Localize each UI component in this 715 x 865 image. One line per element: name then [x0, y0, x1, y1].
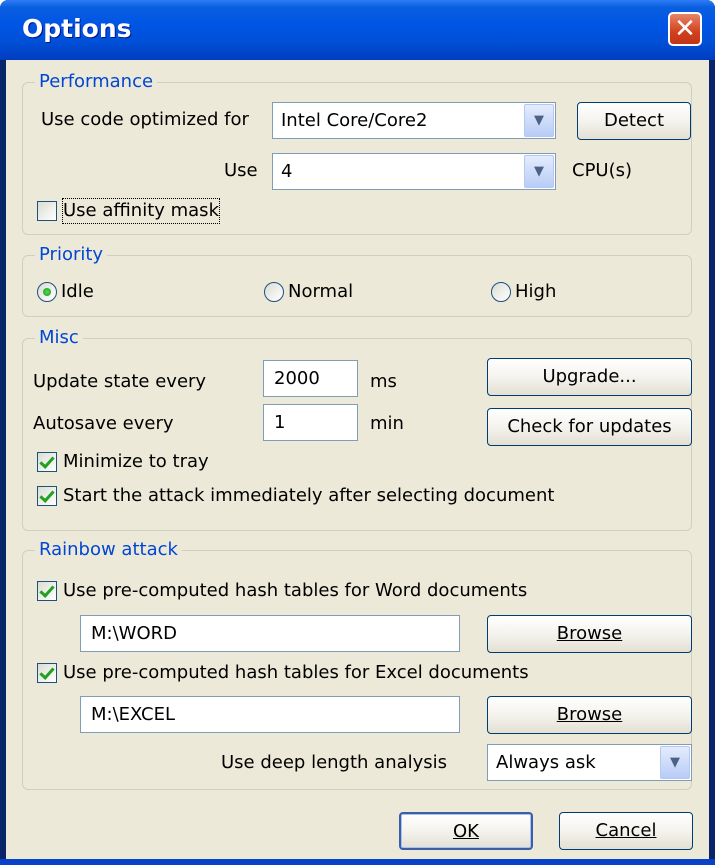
title-bar[interactable]: Options ✕	[0, 0, 715, 60]
misc-group: Misc Update state every 2000 ms Upgrade.…	[22, 326, 692, 531]
deep-length-value: Always ask	[496, 752, 596, 773]
autosave-input[interactable]: 1	[263, 404, 358, 441]
word-hash-label[interactable]: Use pre-computed hash tables for Word do…	[63, 579, 527, 603]
chevron-down-icon[interactable]: ▼	[524, 104, 554, 137]
priority-normal-label[interactable]: Normal	[288, 280, 353, 304]
word-browse-label: Browse	[556, 623, 623, 644]
word-path-value: M:\WORD	[91, 623, 177, 644]
ok-button-label: OK	[453, 821, 479, 842]
excel-browse-label: Browse	[556, 704, 623, 725]
upgrade-button-label: Upgrade...	[542, 366, 637, 387]
check-for-updates-label: Check for updates	[507, 416, 672, 437]
optimized-value: Intel Core/Core2	[281, 110, 428, 131]
optimized-select[interactable]: Intel Core/Core2 ▼	[272, 102, 556, 139]
priority-high-label[interactable]: High	[515, 280, 556, 304]
excel-path-value: M:\EXCEL	[91, 704, 176, 725]
window-title: Options	[22, 14, 132, 43]
word-path-input[interactable]: M:\WORD	[80, 615, 460, 652]
options-window: Options ✕ Performance Use code optimized…	[0, 0, 715, 865]
deep-length-label: Use deep length analysis	[221, 752, 448, 773]
priority-idle-label[interactable]: Idle	[61, 280, 94, 304]
performance-legend: Performance	[35, 70, 158, 94]
priority-high-radio[interactable]	[491, 282, 511, 302]
close-icon: ✕	[674, 14, 696, 44]
check-for-updates-button[interactable]: Check for updates	[487, 408, 692, 446]
cpu-count-select[interactable]: 4 ▼	[272, 153, 556, 190]
cancel-button[interactable]: Cancel	[559, 812, 693, 850]
priority-idle-radio[interactable]	[37, 282, 57, 302]
priority-normal-radio[interactable]	[264, 282, 284, 302]
minimize-to-tray-checkbox[interactable]	[37, 452, 57, 472]
affinity-mask-label[interactable]: Use affinity mask	[62, 198, 220, 224]
autosave-label: Autosave every	[33, 413, 174, 434]
priority-group: Priority Idle Normal High	[22, 243, 692, 317]
priority-legend: Priority	[35, 243, 108, 267]
word-hash-checkbox[interactable]	[37, 581, 57, 601]
performance-group: Performance Use code optimized for Intel…	[22, 70, 692, 235]
update-state-label: Update state every	[33, 371, 207, 392]
update-unit-label: ms	[370, 371, 397, 392]
update-state-value: 2000	[274, 368, 320, 389]
chevron-down-icon[interactable]: ▼	[660, 746, 690, 779]
excel-hash-checkbox[interactable]	[37, 663, 57, 683]
excel-path-input[interactable]: M:\EXCEL	[80, 696, 460, 733]
autosave-value: 1	[274, 412, 286, 433]
ok-button[interactable]: OK	[399, 812, 533, 850]
update-state-input[interactable]: 2000	[263, 360, 358, 397]
affinity-mask-checkbox[interactable]	[37, 201, 57, 221]
close-button[interactable]: ✕	[668, 12, 702, 46]
use-label: Use	[224, 160, 258, 181]
upgrade-button[interactable]: Upgrade...	[487, 358, 692, 396]
misc-legend: Misc	[35, 326, 83, 350]
start-attack-label[interactable]: Start the attack immediately after selec…	[63, 484, 554, 508]
window-frame-bottom	[0, 859, 715, 865]
rainbow-attack-group: Rainbow attack Use pre-computed hash tab…	[22, 538, 692, 790]
excel-browse-button[interactable]: Browse	[487, 696, 692, 734]
excel-hash-label[interactable]: Use pre-computed hash tables for Excel d…	[63, 661, 529, 685]
optimized-label: Use code optimized for	[41, 109, 249, 130]
cpu-suffix-label: CPU(s)	[572, 160, 633, 181]
dialog-body: Performance Use code optimized for Intel…	[6, 60, 709, 859]
cancel-button-label: Cancel	[595, 820, 657, 841]
deep-length-select[interactable]: Always ask ▼	[487, 744, 692, 781]
minimize-to-tray-label[interactable]: Minimize to tray	[63, 450, 209, 474]
rainbow-legend: Rainbow attack	[35, 538, 182, 562]
autosave-unit-label: min	[370, 413, 404, 434]
start-attack-checkbox[interactable]	[37, 486, 57, 506]
cpu-count-value: 4	[281, 161, 293, 182]
chevron-down-icon[interactable]: ▼	[524, 155, 554, 188]
word-browse-button[interactable]: Browse	[487, 615, 692, 653]
detect-button[interactable]: Detect	[577, 102, 691, 140]
